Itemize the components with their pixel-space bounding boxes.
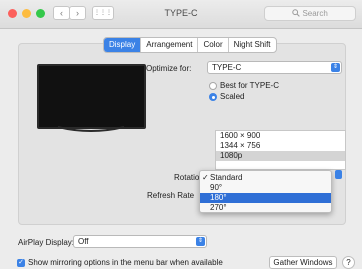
mirroring-checkbox[interactable]: ✓ — [17, 259, 25, 267]
best-for-display-label: Best for TYPE-C — [220, 81, 279, 90]
search-placeholder: Search — [302, 9, 328, 18]
chevron-updown-icon: ⇕ — [196, 237, 205, 246]
airplay-display-select[interactable]: Off ⇕ — [73, 235, 207, 248]
best-for-display-radio[interactable] — [209, 82, 217, 90]
help-button[interactable]: ? — [342, 256, 355, 269]
optimize-for-select[interactable]: TYPE-C ⇕ — [207, 61, 342, 74]
scaled-radio[interactable] — [209, 93, 217, 101]
rotation-select-arrow[interactable] — [335, 170, 342, 179]
display-preview-screen — [37, 64, 146, 129]
rotation-menu: ✓ Standard 90° 180° 270° — [199, 170, 332, 213]
search-icon — [292, 9, 302, 18]
optimize-for-value: TYPE-C — [212, 63, 242, 72]
airplay-display-label: AirPlay Display: — [18, 238, 75, 247]
scaled-label: Scaled — [220, 92, 245, 101]
resolution-item[interactable]: 1344 × 756 — [216, 141, 345, 151]
search-field[interactable]: Search — [264, 6, 356, 21]
rotation-option-270[interactable]: 270° — [200, 203, 331, 213]
refresh-rate-label: Refresh Rate — [147, 191, 195, 200]
rotation-option-standard[interactable]: ✓ Standard — [200, 173, 331, 183]
resolution-item[interactable]: 1600 × 900 — [216, 131, 345, 141]
tab-night-shift[interactable]: Night Shift — [229, 38, 276, 52]
checkmark-icon: ✓ — [202, 173, 209, 182]
rotation-option-90[interactable]: 90° — [200, 183, 331, 193]
tab-color[interactable]: Color — [198, 38, 229, 52]
resolution-list: 1600 × 900 1344 × 756 1080p — [215, 130, 346, 170]
gather-windows-button[interactable]: Gather Windows — [269, 256, 337, 269]
rotation-option-180[interactable]: 180° — [200, 193, 331, 203]
airplay-display-value: Off — [78, 237, 89, 246]
optimize-for-label: Optimize for: — [146, 64, 192, 73]
tab-display[interactable]: Display — [104, 38, 142, 52]
tab-arrangement[interactable]: Arrangement — [141, 38, 199, 52]
chevron-updown-icon: ⇕ — [331, 63, 340, 72]
mirroring-label: Show mirroring options in the menu bar w… — [28, 258, 223, 267]
tab-bar: Display Arrangement Color Night Shift — [103, 37, 277, 53]
resolution-item-selected[interactable]: 1080p — [216, 151, 345, 161]
display-preview-stand — [56, 126, 126, 134]
